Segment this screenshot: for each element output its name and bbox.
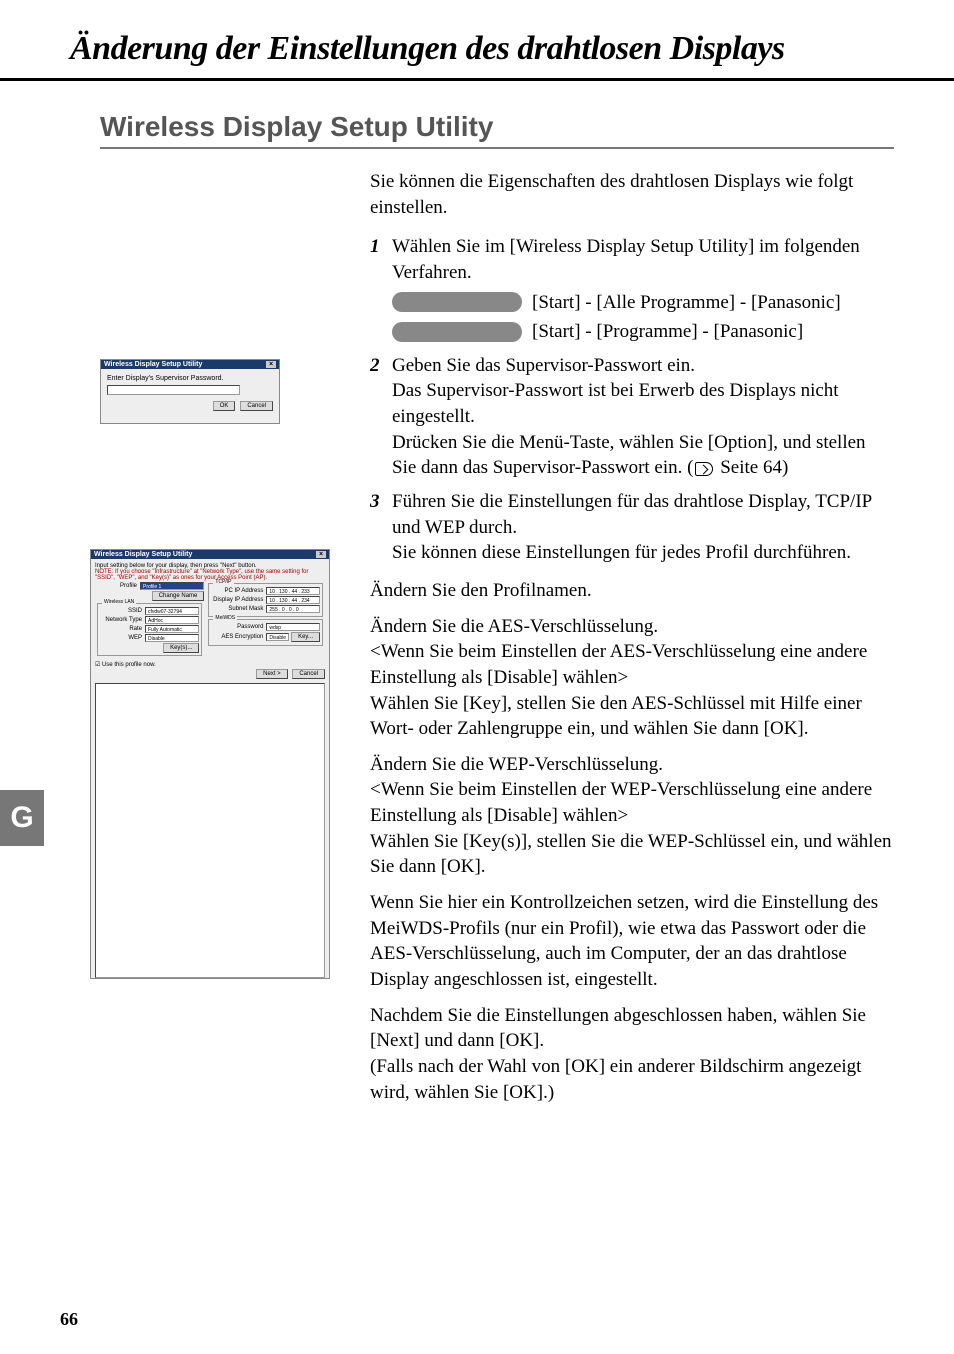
change-name-button: Change Name	[152, 591, 205, 601]
callout-2c: Wählen Sie [Key], stellen Sie den AES-Sc…	[370, 691, 894, 742]
title-rule	[0, 78, 954, 81]
profile-field: Profile 1	[140, 582, 204, 590]
pw-dialog-prompt: Enter Display's Supervisor Password.	[107, 375, 273, 382]
callout-2a: Ändern Sie die AES-Verschlüsselung.	[370, 614, 894, 640]
step-2-number: 2	[370, 353, 392, 481]
nettype-field: AdHoc	[145, 616, 199, 624]
aes-label: AES Encryption	[211, 634, 266, 640]
callout-4: Wenn Sie hier ein Kontrollzeichen setzen…	[370, 890, 894, 993]
callout-1: Ändern Sie den Profilnamen.	[370, 578, 894, 604]
ssid-field: cfvdw07-32794	[145, 607, 199, 615]
meiwds-legend: MeiWDS	[213, 615, 237, 621]
rate-field: Fully Automatic	[145, 625, 199, 633]
setup-cancel-button: Cancel	[292, 669, 325, 679]
meiwds-pw-field: wdsp	[266, 623, 320, 631]
pw-dialog-title: Wireless Display Setup Utility	[104, 361, 202, 368]
nettype-label: Network Type	[100, 617, 145, 623]
intro-text: Sie können die Eigenschaften des drahtlo…	[370, 169, 894, 220]
use-profile-label: Use this profile now.	[102, 662, 156, 668]
section-title: Wireless Display Setup Utility	[100, 111, 954, 143]
os-pill-1	[392, 292, 522, 312]
meiwds-pw-label: Password	[211, 624, 266, 630]
aes-field: Disable	[266, 633, 289, 641]
step-3-number: 3	[370, 489, 392, 566]
setup-dialog-title: Wireless Display Setup Utility	[94, 551, 192, 558]
callout-2b: <Wenn Sie beim Einstellen der AES-Versch…	[370, 639, 894, 690]
step-2-line3b: Seite 64)	[715, 457, 788, 478]
section-rule	[100, 147, 894, 149]
wep-label: WEP	[100, 635, 145, 641]
side-tab: G	[0, 790, 44, 846]
setup-dialog-screenshot: Wireless Display Setup Utility × Input s…	[90, 549, 330, 979]
page-number: 66	[60, 1309, 78, 1330]
page-title: Änderung der Einstellungen des drahtlose…	[0, 0, 954, 78]
dispip-field: 10 . 130 . 44 . 234	[266, 596, 320, 604]
callout-3c: Wählen Sie [Key(s)], stellen Sie die WEP…	[370, 829, 894, 880]
step-1-number: 1	[370, 234, 392, 285]
setup-whitearea	[95, 683, 325, 978]
step-2-line3a: Drücken Sie die Menü-Taste, wählen Sie […	[392, 432, 866, 479]
setup-hint2: NOTE: If you choose "Infrastructure" at …	[95, 569, 325, 581]
tcpip-legend: TCP/IP	[213, 579, 233, 585]
use-profile-checkbox: ☑	[95, 662, 102, 668]
wlan-legend: Wireless LAN	[102, 599, 136, 605]
final-1: Nachdem Sie die Einstellungen abgeschlos…	[370, 1003, 894, 1054]
keys-button: Key(s)...	[163, 643, 199, 653]
wep-field: Disable	[145, 634, 199, 642]
callout-3a: Ändern Sie die WEP-Verschlüsselung.	[370, 752, 894, 778]
callout-3b: <Wenn Sie beim Einstellen der WEP-Versch…	[370, 777, 894, 828]
password-dialog-screenshot: Wireless Display Setup Utility × Enter D…	[100, 359, 280, 424]
pw-cancel-button: Cancel	[240, 401, 273, 411]
pcip-label: PC IP Address	[211, 588, 266, 594]
next-button: Next >	[256, 669, 288, 679]
pw-ok-button: OK	[213, 401, 236, 411]
subnet-label: Subnet Mask	[211, 606, 266, 612]
close-icon: ×	[266, 361, 276, 368]
step-3-line2: Sie können diese Einstellungen für jedes…	[392, 540, 894, 566]
step-3-line1: Führen Sie die Einstellungen für das dra…	[392, 489, 894, 540]
os-pill-2	[392, 322, 522, 342]
step-1-text: Wählen Sie im [Wireless Display Setup Ut…	[392, 234, 894, 285]
rate-label: Rate	[100, 626, 145, 632]
ssid-label: SSID	[100, 608, 145, 614]
pw-dialog-input	[107, 385, 240, 395]
final-2: (Falls nach der Wahl von [OK] ein andere…	[370, 1054, 894, 1105]
pcip-field: 10 . 130 . 44 . 233	[266, 587, 320, 595]
pill-1-text: [Start] - [Alle Programme] - [Panasonic]	[532, 290, 841, 316]
step-2-line1: Geben Sie das Supervisor-Passwort ein.	[392, 353, 894, 379]
close-icon: ×	[316, 551, 326, 558]
step-2-line3: Drücken Sie die Menü-Taste, wählen Sie […	[392, 430, 894, 481]
profile-label: Profile	[95, 583, 140, 589]
pill-2-text: [Start] - [Programme] - [Panasonic]	[532, 319, 803, 345]
step-2-line2: Das Supervisor-Passwort ist bei Erwerb d…	[392, 378, 894, 429]
reference-icon	[695, 462, 713, 476]
subnet-field: 255 . 0 . 0 . 0	[266, 605, 320, 613]
dispip-label: Display IP Address	[211, 597, 266, 603]
key-button: Key...	[291, 632, 320, 642]
